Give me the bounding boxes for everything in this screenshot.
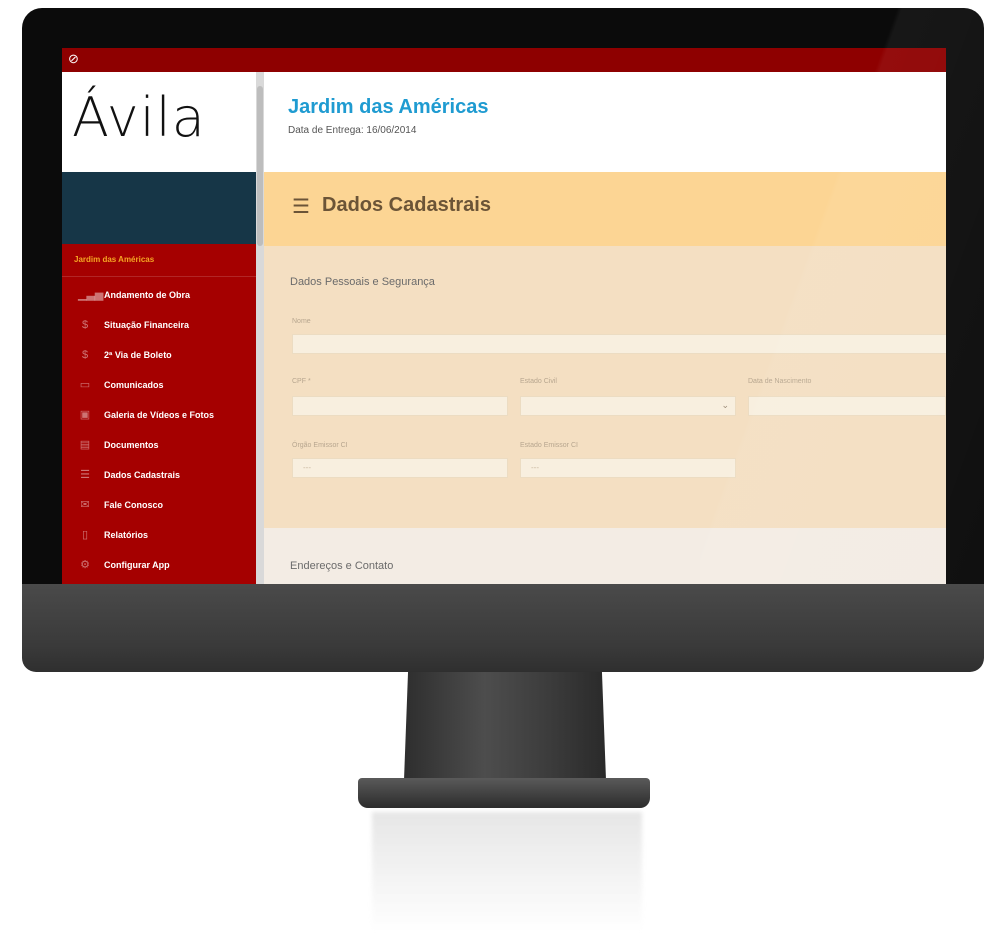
- report-icon: ▯: [81, 529, 89, 541]
- bar-chart-icon: ▁▃▅: [78, 289, 104, 301]
- cpf-field[interactable]: [292, 396, 508, 416]
- app-logo: Ávila: [72, 86, 206, 149]
- money-icon: $: [81, 319, 89, 331]
- top-bar: ⊘: [62, 48, 946, 72]
- monitor-stand-base: [358, 778, 650, 808]
- chat-icon: ▭: [79, 379, 91, 391]
- personal-data-section: Dados Pessoais e Segurança Nome CPF * Es…: [264, 246, 946, 528]
- nome-field[interactable]: [292, 334, 946, 354]
- sidebar-item-dados-cadastrais[interactable]: ☰ Dados Cadastrais: [62, 460, 256, 490]
- sidebar-item-configurar-app[interactable]: ⚙ Configurar App: [62, 550, 256, 580]
- chevron-down-icon: ⌄: [721, 400, 729, 410]
- sidebar-item-label: Andamento de Obra: [104, 290, 191, 300]
- data-nascimento-field[interactable]: [748, 396, 946, 416]
- sidebar: Ávila Jardim das Américas ▁▃▅ Andamento …: [62, 72, 256, 584]
- gear-icon: ⚙: [80, 559, 90, 571]
- sidebar-item-label: Configurar App: [104, 560, 170, 570]
- orgao-emissor-label: Órgão Emissor CI: [292, 442, 348, 449]
- list-icon: ☰: [80, 469, 90, 481]
- sidebar-item-label: Relatórios: [104, 530, 149, 540]
- sidebar-divider: [62, 276, 256, 277]
- page-title: Dados Cadastrais: [322, 194, 491, 216]
- document-icon: ▤: [79, 439, 91, 451]
- sidebar-item-label: Dados Cadastrais: [104, 470, 181, 480]
- scrollbar-thumb[interactable]: [257, 86, 263, 246]
- page-banner: ☰ Dados Cadastrais: [264, 172, 946, 246]
- estado-emissor-select[interactable]: ---: [520, 458, 736, 478]
- section-title: Endereços e Contato: [290, 560, 394, 572]
- sidebar-item-comunicados[interactable]: ▭ Comunicados: [62, 370, 256, 400]
- monitor-stand-neck: [404, 672, 606, 780]
- logo-area: Ávila: [62, 72, 256, 172]
- nome-label: Nome: [292, 318, 311, 325]
- sidebar-item-label: Comunicados: [104, 380, 164, 390]
- estado-emissor-label: Estado Emissor CI: [520, 442, 578, 449]
- orgao-emissor-field[interactable]: ---: [292, 458, 508, 478]
- data-nascimento-label: Data de Nascimento: [748, 378, 812, 385]
- sidebar-item-2a-via-boleto[interactable]: $ 2ª Via de Boleto: [62, 340, 256, 370]
- stand-reflection: [372, 812, 642, 932]
- delivery-date: Data de Entrega: 16/06/2014: [288, 125, 417, 136]
- estado-civil-label: Estado Civil: [520, 378, 557, 385]
- envelope-icon: ✉: [80, 499, 90, 511]
- orgao-emissor-value: ---: [303, 463, 311, 472]
- sidebar-profile-block: [62, 172, 256, 244]
- sidebar-scrollbar[interactable]: [256, 72, 264, 584]
- page-header: Jardim das Américas Data de Entrega: 16/…: [264, 72, 946, 172]
- app-screen: ⊘ Ávila Jardim das Américas ▁▃▅ Andament…: [62, 48, 946, 584]
- sidebar-item-andamento-obra[interactable]: ▁▃▅ Andamento de Obra: [62, 280, 256, 310]
- monitor-chin: [22, 584, 984, 672]
- sidebar-item-galeria[interactable]: ▣ Galeria de Vídeos e Fotos: [62, 400, 256, 430]
- address-contact-section: Endereços e Contato: [264, 528, 946, 584]
- estado-civil-select[interactable]: ⌄: [520, 396, 736, 416]
- sidebar-item-label: 2ª Via de Boleto: [104, 350, 172, 360]
- sidebar-item-label: Situação Financeira: [104, 320, 190, 330]
- sidebar-item-documentos[interactable]: ▤ Documentos: [62, 430, 256, 460]
- power-icon[interactable]: ⊘: [68, 52, 82, 66]
- cpf-label: CPF *: [292, 378, 311, 385]
- section-title: Dados Pessoais e Segurança: [290, 276, 435, 288]
- list-icon: ☰: [292, 196, 310, 218]
- gallery-icon: ▣: [79, 409, 91, 421]
- sidebar-item-label: Fale Conosco: [104, 500, 164, 510]
- barcode-icon: $: [81, 349, 89, 361]
- estado-emissor-value: ---: [531, 463, 539, 472]
- sidebar-item-label: Documentos: [104, 440, 159, 450]
- sidebar-item-fale-conosco[interactable]: ✉ Fale Conosco: [62, 490, 256, 520]
- sidebar-item-situacao-financeira[interactable]: $ Situação Financeira: [62, 310, 256, 340]
- project-title: Jardim das Américas: [288, 96, 489, 118]
- sidebar-item-relatorios[interactable]: ▯ Relatórios: [62, 520, 256, 550]
- sidebar-section-label[interactable]: Jardim das Américas: [74, 255, 154, 264]
- sidebar-item-label: Galeria de Vídeos e Fotos: [104, 410, 215, 420]
